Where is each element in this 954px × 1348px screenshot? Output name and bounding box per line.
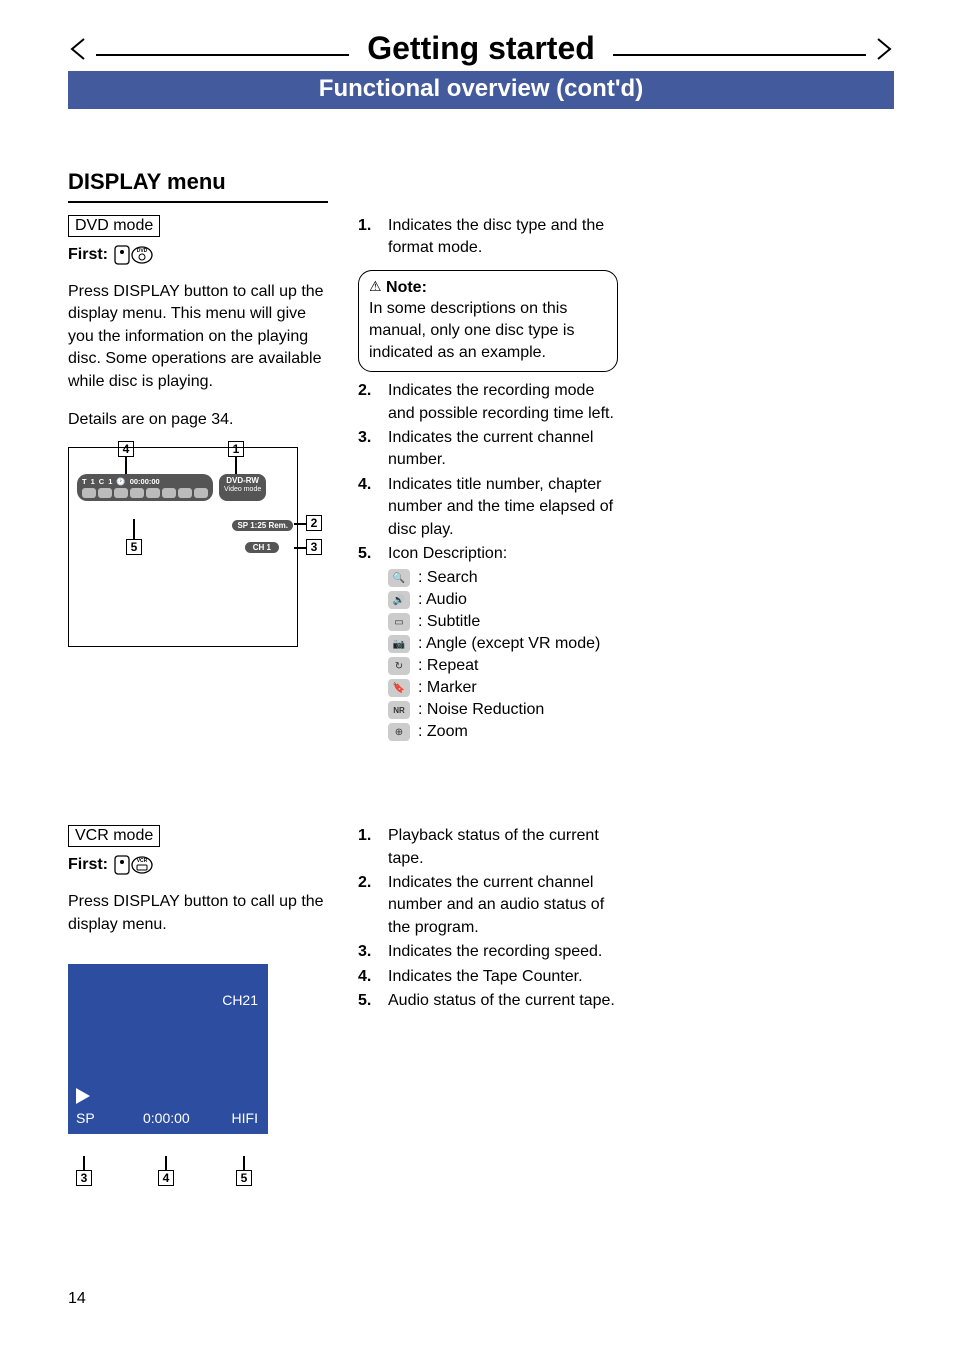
osd-remaining: SP 1:25 Rem. [232,520,293,531]
vcr-item-5: Audio status of the current tape. [358,990,618,1012]
vcr-callout-4: 4 [158,1170,174,1186]
vcr-item-2: Indicates the current channel number and… [358,872,618,939]
vcr-item-4: Indicates the Tape Counter. [358,966,618,988]
subtitle-icon: ▭ [388,613,410,631]
dvd-mode-label: DVD mode [68,215,160,237]
first-label: First: [68,246,108,264]
note-box: ⚠ Note: In some descriptions on this man… [358,270,618,372]
callout-3: 3 [306,539,322,555]
first-row-vcr: First: VCR [68,853,328,877]
page-number: 14 [68,1290,86,1308]
icon-description-list: 🔍: Search 🔊: Audio ▭: Subtitle 📷: Angle … [358,569,618,741]
dvd-para-2: Details are on page 34. [68,409,328,431]
osd-disc-type: DVD-RW [224,476,261,486]
vcr-para-1: Press DISPLAY button to call up the disp… [68,891,328,936]
repeat-icon: ↻ [388,657,410,675]
dvd-item-2: Indicates the recording mode and possibl… [358,380,618,425]
marker-icon: 🔖 [388,679,410,697]
heading-rule [68,201,328,203]
zoom-icon: ⊕ [388,723,410,741]
first-label-vcr: First: [68,856,108,874]
dvd-item-3: Indicates the current channel number. [358,427,618,472]
dvd-item-5: Icon Description: [358,543,618,565]
vcr-item-1: Playback status of the current tape. [358,825,618,870]
chevron-right-icon [874,37,894,61]
rule [613,54,866,56]
noise-reduction-icon: NR [388,701,410,719]
osd-video-mode: Video mode [224,486,261,494]
vcr-callout-3: 3 [76,1170,92,1186]
dvd-item-1: Indicates the disc type and the format m… [358,215,618,260]
rule [96,54,349,56]
vcr-osd-screen: CH21 SP 0:00:00 HIFI [68,964,268,1134]
angle-icon: 📷 [388,635,410,653]
vcr-audio-status: HIFI [232,1110,258,1126]
display-menu-heading: DISPLAY menu [68,169,894,195]
osd-channel: CH 1 [245,542,279,553]
note-title: Note: [386,279,427,296]
svg-text:DVD: DVD [137,248,148,254]
vcr-item-3: Indicates the recording speed. [358,941,618,963]
search-icon: 🔍 [388,569,410,587]
page-header: Getting started Functional overview (con… [68,30,894,109]
warning-icon: ⚠ [369,278,382,294]
remote-vcr-icon: VCR [114,853,154,877]
callout-2: 2 [306,515,322,531]
svg-text:VCR: VCR [137,858,148,864]
first-row-dvd: First: DVD [68,243,328,267]
main-title: Getting started [357,30,605,67]
vcr-mode-label: VCR mode [68,825,160,847]
play-icon [76,1088,90,1104]
audio-icon: 🔊 [388,591,410,609]
note-body: In some descriptions on this manual, onl… [369,300,574,360]
section-banner: Functional overview (cont'd) [68,71,894,109]
vcr-channel: CH21 [222,992,258,1008]
dvd-item-4: Indicates title number, chapter number a… [358,474,618,541]
vcr-callout-5: 5 [236,1170,252,1186]
vcr-counter: 0:00:00 [143,1110,190,1126]
remote-dvd-icon: DVD [114,243,154,267]
chevron-left-icon [68,37,88,61]
dvd-para-1: Press DISPLAY button to call up the disp… [68,281,328,393]
dvd-osd-screen: T 1 C 1 🕐 00:00:00 [68,447,298,647]
callout-5: 5 [126,539,142,555]
vcr-speed: SP [76,1110,95,1126]
